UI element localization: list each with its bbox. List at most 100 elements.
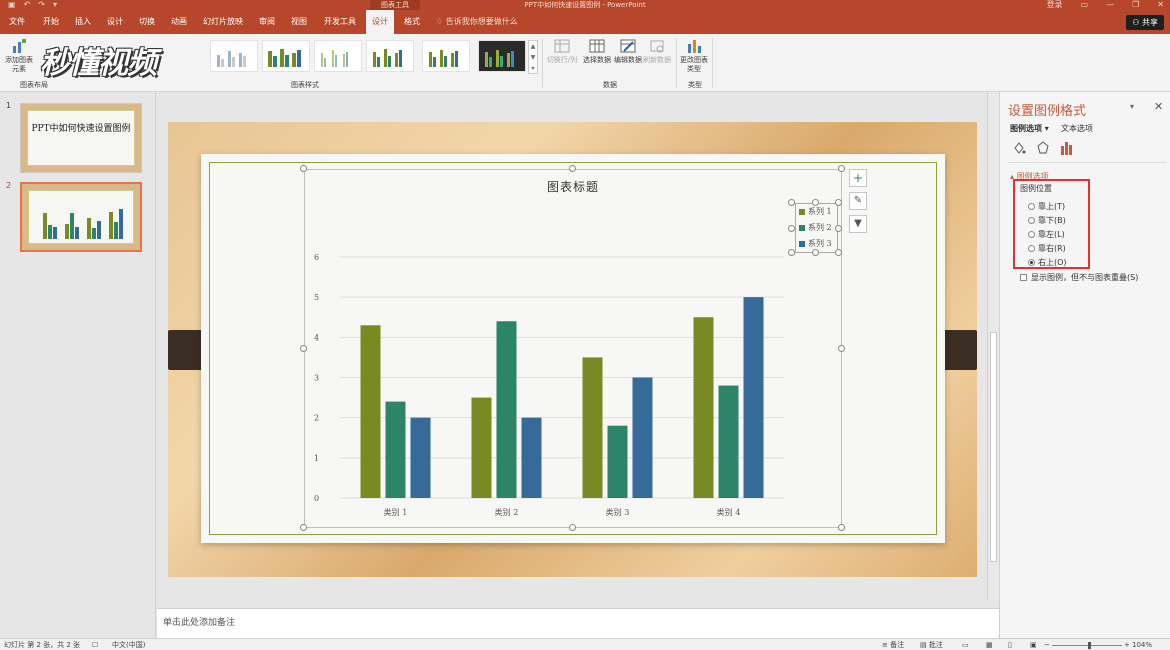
scrollbar-thumb[interactable] xyxy=(990,332,997,562)
quick-access-toolbar: ▣ ↶ ↷ ▾ xyxy=(8,0,57,10)
close-icon[interactable]: ✕ xyxy=(1157,0,1164,10)
slideshow-icon[interactable]: ▣ xyxy=(1030,639,1037,650)
document-title: PPT中如何快速设置图例 - PowerPoint xyxy=(524,1,646,9)
bar-1-2 xyxy=(471,397,492,498)
slide-number-1: 1 xyxy=(6,101,12,110)
zoom-level[interactable]: 104% xyxy=(1132,639,1152,650)
tab-file[interactable]: 文件 xyxy=(4,10,30,34)
legend-label: 系列 1 xyxy=(808,207,832,216)
tab-text-options[interactable]: 文本选项 xyxy=(1061,123,1093,134)
fill-line-icon[interactable] xyxy=(1012,140,1026,156)
change-chart-type-button[interactable]: 更改图表类型 xyxy=(678,38,710,74)
legend-swatch xyxy=(799,241,805,247)
notes-toggle[interactable]: ≡ 备注 xyxy=(882,639,904,650)
tab-developer[interactable]: 开发工具 xyxy=(318,10,362,34)
tab-review[interactable]: 审阅 xyxy=(252,10,282,34)
tab-insert[interactable]: 插入 xyxy=(68,10,98,34)
legend-handle[interactable] xyxy=(812,199,819,206)
chart-style-3[interactable] xyxy=(314,40,362,72)
effects-icon[interactable] xyxy=(1036,140,1050,156)
x-tick-label: 类别 3 xyxy=(606,507,630,517)
legend-handle[interactable] xyxy=(812,249,819,256)
zoom-slider[interactable] xyxy=(1052,645,1122,646)
legend-handle[interactable] xyxy=(788,199,795,206)
edit-data-button[interactable]: 编辑数据 xyxy=(614,38,642,65)
undo-icon[interactable]: ↶ xyxy=(24,0,31,10)
legend-handle[interactable] xyxy=(835,199,842,206)
vertical-scrollbar[interactable] xyxy=(987,92,999,600)
chart-styles-button[interactable]: ✎ xyxy=(849,192,867,210)
legend-label: 系列 3 xyxy=(808,239,832,248)
edit-table-icon xyxy=(620,39,636,53)
refresh-data-button[interactable]: 刷新数据 xyxy=(642,38,672,65)
legend-handle[interactable] xyxy=(835,249,842,256)
slide-sorter-icon[interactable]: ▦ xyxy=(986,639,993,650)
slide-thumbnail-2[interactable] xyxy=(20,182,142,252)
chart-style-4[interactable] xyxy=(366,40,414,72)
chart-style-2[interactable] xyxy=(262,40,310,72)
legend-item-series-3: 系列 3 xyxy=(799,239,832,249)
person-icon: ⚇ xyxy=(1132,18,1142,27)
resize-handle[interactable] xyxy=(569,165,576,172)
minimize-icon[interactable]: — xyxy=(1106,0,1114,10)
chart-type-icon xyxy=(688,40,701,53)
resize-handle[interactable] xyxy=(300,165,307,172)
slide-thumbnail-1[interactable]: PPT中如何快速设置图例 xyxy=(20,103,142,173)
thumbnail-paper xyxy=(28,190,134,244)
spellcheck-icon[interactable]: ☐ xyxy=(92,639,98,650)
zoom-in-button[interactable]: + xyxy=(1124,639,1130,650)
chart-style-5[interactable] xyxy=(422,40,470,72)
bar-2-3 xyxy=(607,425,628,498)
login-link[interactable]: 登录 xyxy=(1047,0,1063,10)
select-data-button[interactable]: 选择数据 xyxy=(582,38,612,65)
normal-view-icon[interactable]: ▭ xyxy=(962,639,969,650)
tab-view[interactable]: 视图 xyxy=(284,10,314,34)
tab-slideshow[interactable]: 幻灯片放映 xyxy=(198,10,248,34)
customize-icon[interactable]: ▾ xyxy=(53,0,57,10)
tab-chart-format[interactable]: 格式 xyxy=(398,10,426,34)
notes-placeholder: 单击此处添加备注 xyxy=(163,618,236,628)
y-tick-label: 3 xyxy=(314,374,319,383)
overlap-checkbox-row[interactable]: 显示图例，但不与图表重叠(S) xyxy=(1020,272,1138,283)
legend-options-icon[interactable] xyxy=(1060,140,1074,156)
pane-close-icon[interactable]: ✕ xyxy=(1154,100,1163,113)
tab-transitions[interactable]: 切换 xyxy=(132,10,162,34)
pane-divider xyxy=(1008,162,1166,163)
add-chart-element-button[interactable]: 添加图表元素 xyxy=(4,38,34,74)
bar-1-3 xyxy=(582,357,603,498)
plus-icon: + xyxy=(852,171,864,185)
tab-legend-options[interactable]: 图例选项 ▾ xyxy=(1010,123,1049,134)
share-button[interactable]: ⚇ 共享 xyxy=(1126,15,1164,30)
gallery-scroll[interactable]: ▲ ▼ ▾ xyxy=(528,40,538,74)
pane-options-icon[interactable]: ▾ xyxy=(1130,102,1134,111)
zoom-slider-knob[interactable] xyxy=(1088,642,1091,649)
legend-handle[interactable] xyxy=(788,225,795,232)
slide-number-2: 2 xyxy=(6,181,12,190)
reading-view-icon[interactable]: ▯ xyxy=(1008,639,1012,650)
bar-3-1 xyxy=(410,417,431,498)
chart-style-1[interactable] xyxy=(210,40,258,72)
chart-style-6[interactable] xyxy=(478,40,526,72)
add-chart-element-label: 添加图表元素 xyxy=(5,56,33,73)
zoom-out-button[interactable]: − xyxy=(1044,639,1050,650)
redo-icon[interactable]: ↷ xyxy=(38,0,45,10)
tab-home[interactable]: 开始 xyxy=(36,10,66,34)
comments-toggle[interactable]: ▤ 批注 xyxy=(920,639,943,650)
chart-title[interactable]: 图表标题 xyxy=(304,178,842,195)
switch-row-column-button[interactable]: 切换行/列 xyxy=(546,38,578,65)
legend-handle[interactable] xyxy=(788,249,795,256)
legend-handle[interactable] xyxy=(835,225,842,232)
tab-design[interactable]: 设计 xyxy=(100,10,130,34)
chart-filters-button[interactable]: ▼ xyxy=(849,215,867,233)
chart-elements-plus-button[interactable]: + xyxy=(849,169,867,187)
ribbon-display-icon[interactable]: ▭ xyxy=(1081,0,1089,10)
maximize-icon[interactable]: ❐ xyxy=(1132,0,1139,10)
language-indicator[interactable]: 中文(中国) xyxy=(112,639,145,650)
tell-me-search[interactable]: ♢ 告诉我你想要做什么 xyxy=(436,10,518,34)
tab-animations[interactable]: 动画 xyxy=(164,10,194,34)
save-icon[interactable]: ▣ xyxy=(8,0,16,10)
tab-chart-design[interactable]: 设计 xyxy=(366,10,394,34)
notes-pane[interactable]: 单击此处添加备注 xyxy=(157,608,999,638)
resize-handle[interactable] xyxy=(838,165,845,172)
bar-1-4 xyxy=(693,317,714,498)
